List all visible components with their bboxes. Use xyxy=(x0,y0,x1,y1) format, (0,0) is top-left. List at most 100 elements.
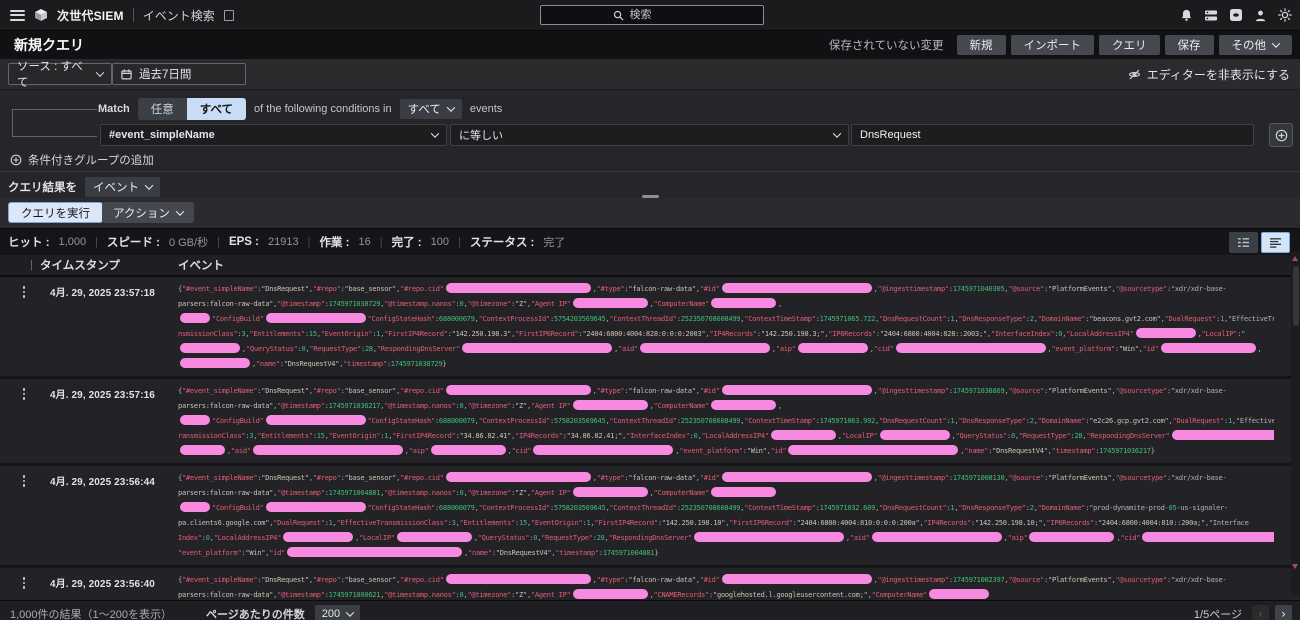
redacted-value xyxy=(722,283,872,293)
scrollbar-thumb[interactable] xyxy=(1293,266,1299,326)
redacted-value xyxy=(397,532,472,542)
redacted-value xyxy=(180,415,210,425)
redacted-value xyxy=(1142,532,1274,542)
source-select[interactable]: ソース : すべて xyxy=(8,63,112,85)
stat-label: スピード : xyxy=(107,234,160,250)
scope-select[interactable]: すべて xyxy=(400,99,462,119)
time-range-select[interactable]: 過去7日間 xyxy=(112,63,246,85)
redacted-value xyxy=(253,445,403,455)
search-input[interactable] xyxy=(628,8,692,22)
redacted-value xyxy=(872,532,1002,542)
queue-stack-icon[interactable] xyxy=(1204,9,1218,22)
add-conditional-group-button[interactable]: 条件付きグループの追加 xyxy=(10,152,154,168)
global-search[interactable] xyxy=(540,5,764,25)
list-view-toggle[interactable] xyxy=(1261,232,1290,253)
chevron-down-icon xyxy=(447,103,455,111)
stat-divider: | xyxy=(95,236,98,248)
previous-page-button[interactable]: ‹ xyxy=(1252,605,1269,620)
scroll-down-arrow-icon[interactable] xyxy=(1292,564,1298,569)
event-row[interactable]: 4月. 29, 2025 23:56:40 {"#event_simpleName… xyxy=(0,568,1300,600)
stat-value: 0 GB/秒 xyxy=(169,234,208,250)
row-timestamp: 4月. 29, 2025 23:57:18 xyxy=(50,284,155,299)
stat-label: ヒット : xyxy=(8,234,50,250)
stat-value: 16 xyxy=(358,236,370,248)
condition-operator-select[interactable]: に等しい xyxy=(450,124,849,146)
scroll-up-arrow-icon[interactable] xyxy=(1292,256,1298,261)
redacted-value xyxy=(896,343,1046,353)
stat-label: 作業 : xyxy=(319,234,349,250)
next-page-button[interactable]: › xyxy=(1275,605,1292,620)
redacted-value xyxy=(266,313,366,323)
add-condition-button[interactable] xyxy=(1269,123,1293,147)
redacted-value xyxy=(929,589,989,599)
results-count: 1,000件の結果（1〜200を表示） xyxy=(10,606,172,620)
results-type-select[interactable]: イベント xyxy=(85,177,160,197)
match-label: Match xyxy=(98,103,130,115)
event-row[interactable]: 4月. 29, 2025 23:57:16{"#event_simpleName… xyxy=(0,379,1300,463)
redacted-value xyxy=(1172,430,1274,440)
results-label: クエリ結果を xyxy=(8,179,77,195)
row-menu-kebab-icon[interactable] xyxy=(19,475,29,488)
per-page-label: ページあたりの件数 xyxy=(206,606,305,620)
redacted-value xyxy=(722,385,872,395)
redacted-value xyxy=(180,313,210,323)
redacted-value xyxy=(180,343,240,353)
redacted-value xyxy=(880,430,950,440)
per-page-select[interactable]: 200 xyxy=(315,605,360,620)
eye-off-icon xyxy=(1128,69,1141,80)
builder-divider xyxy=(0,171,1300,172)
table-view-toggle[interactable] xyxy=(1229,232,1258,253)
redacted-value xyxy=(694,532,844,542)
stat-value: 100 xyxy=(431,236,449,248)
results-table-body: 4月. 29, 2025 23:57:18 {"#event_simpleName… xyxy=(0,277,1300,600)
row-event-json: {"#event_simpleName":"DnsRequest","#repo… xyxy=(178,471,1274,561)
section-name[interactable]: イベント検索 xyxy=(143,7,215,24)
brand-logo-icon xyxy=(34,8,48,22)
column-resize-handle[interactable]: | xyxy=(30,259,33,271)
vertical-scrollbar[interactable] xyxy=(1291,252,1300,595)
import-button[interactable]: インポート xyxy=(1011,35,1095,55)
row-event-json: {"#event_simpleName":"DnsRequest","#repo… xyxy=(178,384,1274,459)
results-table-header: | タイムスタンプ イベント xyxy=(0,255,1300,277)
redacted-value xyxy=(711,298,776,308)
row-timestamp: 4月. 29, 2025 23:56:44 xyxy=(50,473,155,488)
redacted-value xyxy=(711,400,776,410)
stat-value: 1,000 xyxy=(59,236,87,248)
redacted-value xyxy=(266,502,366,512)
timestamp-column-header[interactable]: タイムスタンプ xyxy=(40,257,120,273)
redacted-value xyxy=(287,547,462,557)
condition-field-select[interactable]: #event_simpleName xyxy=(100,124,447,146)
app-badge-icon[interactable] xyxy=(1229,8,1243,22)
stat-divider: | xyxy=(458,236,461,248)
condition-value-input[interactable]: DnsRequest xyxy=(851,124,1254,146)
event-row[interactable]: 4月. 29, 2025 23:56:44 {"#event_simpleName… xyxy=(0,466,1300,565)
more-button[interactable]: その他 xyxy=(1219,35,1293,55)
page-indicator: 1/5ページ xyxy=(1194,606,1242,620)
row-menu-kebab-icon[interactable] xyxy=(19,577,29,590)
save-button[interactable]: 保存 xyxy=(1165,35,1214,55)
hamburger-menu-icon[interactable] xyxy=(10,10,25,21)
product-name: 次世代SIEM xyxy=(57,7,124,24)
row-timestamp: 4月. 29, 2025 23:56:40 xyxy=(50,575,155,590)
redacted-value xyxy=(722,574,872,584)
pin-icon[interactable] xyxy=(224,10,234,21)
row-menu-kebab-icon[interactable] xyxy=(19,388,29,401)
event-row[interactable]: 4月. 29, 2025 23:57:18{"#event_simpleName… xyxy=(0,277,1300,376)
run-query-button[interactable]: クエリを実行 xyxy=(8,202,103,223)
circle-plus-icon xyxy=(10,154,22,166)
row-event-json: {"#event_simpleName":"DnsRequest","#repo… xyxy=(178,573,1274,600)
hide-editor-toggle[interactable]: エディターを非表示にする xyxy=(1128,59,1290,89)
redacted-value xyxy=(1029,532,1114,542)
match-all-option[interactable]: すべて xyxy=(187,98,246,120)
event-column-header[interactable]: イベント xyxy=(178,257,224,273)
new-query-button[interactable]: 新規 xyxy=(957,35,1006,55)
user-profile-icon[interactable] xyxy=(1254,9,1267,22)
match-any-option[interactable]: 任意 xyxy=(138,98,187,120)
notifications-bell-icon[interactable] xyxy=(1180,8,1193,22)
redacted-value xyxy=(711,487,776,497)
query-button[interactable]: クエリ xyxy=(1099,35,1160,55)
redacted-value xyxy=(788,445,958,455)
theme-sun-icon[interactable] xyxy=(1278,8,1292,22)
actions-button[interactable]: アクション xyxy=(102,202,194,223)
row-menu-kebab-icon[interactable] xyxy=(19,286,29,299)
